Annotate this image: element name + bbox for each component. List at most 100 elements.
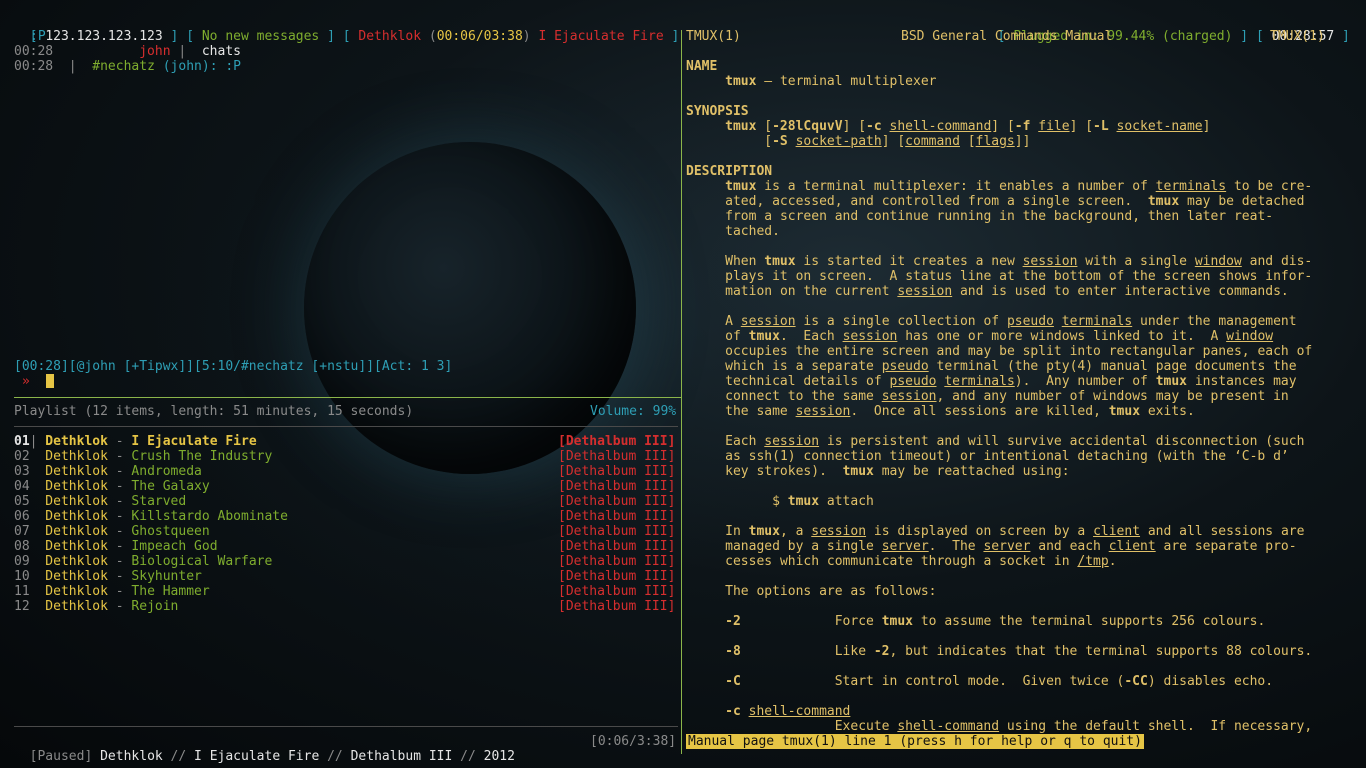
volume-indicator[interactable]: Volume: 99% bbox=[590, 404, 676, 419]
track-title: Starved bbox=[131, 494, 187, 509]
man-line: tmux [-28lCquvV] [-c shell-command] [-f … bbox=[725, 119, 1211, 134]
track-artist: Dethklok bbox=[37, 509, 108, 524]
track-dash: - bbox=[107, 479, 132, 494]
now-playing-time: 00:06/03:38 bbox=[436, 29, 523, 44]
irc-statusline: [00:28][@john [+Tipwx]][5:10/#nechatz [+… bbox=[14, 359, 453, 374]
playlist-row[interactable]: 05 Dethklok - Starved [Dethalbum III] bbox=[14, 494, 675, 509]
track-number: 06 bbox=[14, 509, 30, 524]
track-number: 08 bbox=[14, 539, 30, 554]
track-title: Crush The Industry bbox=[131, 449, 273, 464]
man-line: managed by a single server. The server a… bbox=[725, 539, 1297, 554]
playlist-row[interactable]: 01| Dethklok - I Ejaculate Fire [Dethalbu… bbox=[14, 434, 675, 449]
irc-input-cursor[interactable] bbox=[46, 374, 54, 388]
man-line: -8 Like -2, but indicates that the termi… bbox=[725, 644, 1313, 659]
track-artist: Dethklok bbox=[37, 554, 108, 569]
man-line: In tmux, a session is displayed on scree… bbox=[725, 524, 1305, 539]
man-line: -C Start in control mode. Given twice (-… bbox=[725, 674, 1274, 689]
now-playing-title: I Ejaculate Fire bbox=[538, 29, 664, 44]
track-title: The Galaxy bbox=[131, 479, 210, 494]
track-title: Killstardo Abominate bbox=[131, 509, 288, 524]
top-status-right: [ Plugged in: 99.44% (charged) ] [ 00:28… bbox=[997, 29, 1350, 44]
playlist-row[interactable]: 12 Dethklok - Rejoin [Dethalbum III] bbox=[14, 599, 675, 614]
track-dash: - bbox=[107, 584, 132, 599]
man-line: -2 Force tmux to assume the terminal sup… bbox=[725, 614, 1266, 629]
track-dash: - bbox=[107, 554, 132, 569]
track-album: [Dethalbum III] bbox=[558, 479, 676, 494]
man-line: When tmux is started it creates a new se… bbox=[725, 254, 1313, 269]
track-title: Ghostqueen bbox=[131, 524, 210, 539]
man-line: tmux is a terminal multiplexer: it enabl… bbox=[725, 179, 1313, 194]
track-number: 05 bbox=[14, 494, 30, 509]
man-line: $ tmux attach bbox=[772, 494, 874, 509]
irc-prompt: » bbox=[22, 374, 30, 389]
man-line: tached. bbox=[725, 224, 780, 239]
track-title: The Hammer bbox=[131, 584, 210, 599]
man-line: plays it on screen. A status line at the… bbox=[725, 269, 1313, 284]
playlist-row[interactable]: 03 Dethklok - Andromeda [Dethalbum III] bbox=[14, 464, 675, 479]
irc-line: :P bbox=[30, 29, 46, 44]
pane-divider-horizontal bbox=[14, 397, 681, 398]
player-footer: [Paused] Dethklok // I Ejaculate Fire //… bbox=[29, 749, 515, 764]
track-dash: - bbox=[107, 599, 132, 614]
track-album: [Dethalbum III] bbox=[558, 524, 676, 539]
track-album: [Dethalbum III] bbox=[558, 554, 676, 569]
track-album: [Dethalbum III] bbox=[558, 464, 676, 479]
playlist-row[interactable]: 09 Dethklok - Biological Warfare [Dethalb… bbox=[14, 554, 675, 569]
track-dash: - bbox=[107, 539, 132, 554]
player-time: [0:06/3:38] bbox=[590, 734, 677, 749]
track-number: 02 bbox=[14, 449, 30, 464]
playlist-row[interactable]: 04 Dethklok - The Galaxy [Dethalbum III] bbox=[14, 479, 675, 494]
man-line: occupies the entire screen and may be sp… bbox=[725, 344, 1313, 359]
track-dash: - bbox=[107, 569, 132, 584]
wallpaper-planet bbox=[304, 142, 636, 474]
man-line: of tmux. Each session has one or more wi… bbox=[725, 329, 1274, 344]
track-artist: Dethklok bbox=[37, 449, 108, 464]
track-title: Biological Warfare bbox=[131, 554, 273, 569]
ip-address: 123.123.123.123 bbox=[45, 29, 163, 44]
track-number: 12 bbox=[14, 599, 30, 614]
man-header-left: TMUX(1) bbox=[686, 29, 741, 44]
track-artist: Dethklok bbox=[37, 479, 108, 494]
playlist-footer-rule bbox=[14, 726, 678, 727]
playlist-row[interactable]: 08 Dethklok - Impeach God [Dethalbum III] bbox=[14, 539, 675, 554]
man-line: technical details of pseudo terminals). … bbox=[725, 374, 1297, 389]
top-status-bar: [ 123.123.123.123 ] [ No new messages ] … bbox=[29, 29, 680, 44]
track-number: 11 bbox=[14, 584, 30, 599]
track-artist: Dethklok bbox=[37, 464, 108, 479]
track-artist: Dethklok bbox=[37, 494, 108, 509]
playlist-row[interactable]: 10 Dethklok - Skyhunter [Dethalbum III] bbox=[14, 569, 675, 584]
man-header-center: BSD General Commands Manual bbox=[901, 29, 1113, 44]
irc-line: 00:28 john | chats bbox=[14, 44, 241, 59]
track-album: [Dethalbum III] bbox=[558, 599, 676, 614]
playlist-row[interactable]: 02 Dethklok - Crush The Industry [Dethalb… bbox=[14, 449, 675, 464]
man-header-right: TMUX(1) bbox=[1270, 29, 1325, 44]
irc-line: 00:28 | #nechatz (john): :P bbox=[14, 59, 242, 74]
track-album: [Dethalbum III] bbox=[558, 509, 676, 524]
track-artist: Dethklok bbox=[37, 599, 108, 614]
track-number: 07 bbox=[14, 524, 30, 539]
man-line: SYNOPSIS bbox=[686, 104, 749, 119]
now-playing-artist: Dethklok bbox=[358, 29, 422, 44]
track-album: [Dethalbum III] bbox=[558, 494, 676, 509]
track-dash: - bbox=[107, 449, 132, 464]
track-number: 03 bbox=[14, 464, 30, 479]
track-number: 09 bbox=[14, 554, 30, 569]
track-dash: - bbox=[107, 494, 132, 509]
playlist-header: Playlist (12 items, length: 51 minutes, … bbox=[14, 404, 414, 419]
man-line: connect to the same session, and any num… bbox=[725, 389, 1289, 404]
playlist-row[interactable]: 07 Dethklok - Ghostqueen [Dethalbum III] bbox=[14, 524, 675, 539]
track-dash: - bbox=[107, 524, 132, 539]
track-album: [Dethalbum III] bbox=[558, 569, 676, 584]
track-artist: Dethklok bbox=[37, 569, 108, 584]
track-album: [Dethalbum III] bbox=[558, 434, 676, 449]
man-prompt: Manual page tmux(1) line 1 (press h for … bbox=[686, 734, 1144, 749]
man-line: A session is a single collection of pseu… bbox=[725, 314, 1297, 329]
track-artist: Dethklok bbox=[37, 584, 108, 599]
playlist-row[interactable]: 11 Dethklok - The Hammer [Dethalbum III] bbox=[14, 584, 675, 599]
track-title: I Ejaculate Fire bbox=[131, 434, 257, 449]
track-dash: - bbox=[107, 464, 132, 479]
man-line: tmux — terminal multiplexer bbox=[725, 74, 937, 89]
man-line: as ssh(1) connection timeout) or intenti… bbox=[725, 449, 1289, 464]
track-title: Impeach God bbox=[131, 539, 218, 554]
playlist-row[interactable]: 06 Dethklok - Killstardo Abominate [Detha… bbox=[14, 509, 675, 524]
